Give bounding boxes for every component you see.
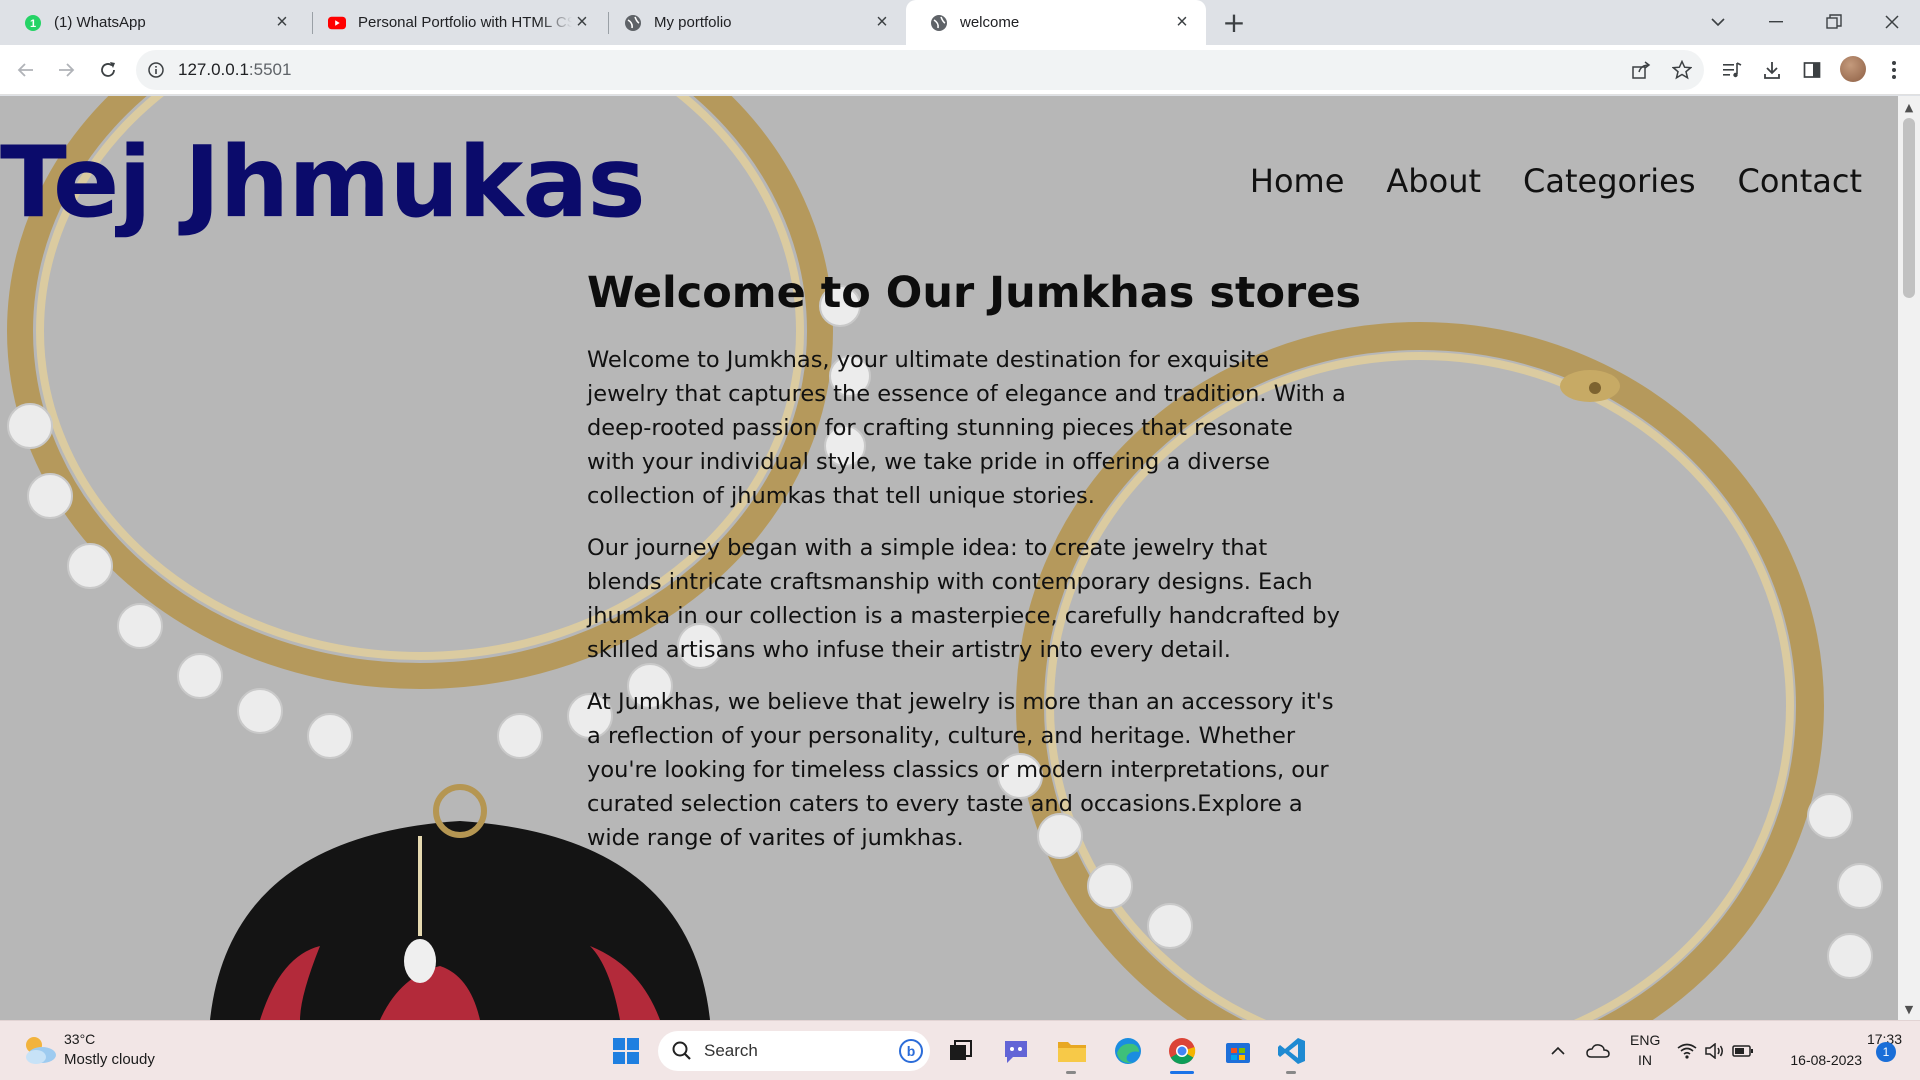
nav-link-home[interactable]: Home bbox=[1250, 162, 1345, 200]
more-menu-icon[interactable] bbox=[1878, 54, 1910, 86]
welcome-heading: Welcome to Our Jumkhas stores bbox=[586, 268, 1362, 318]
show-hidden-icons-chevron-icon[interactable] bbox=[1538, 1031, 1578, 1071]
side-panel-icon[interactable] bbox=[1796, 54, 1828, 86]
windows-start-icon[interactable] bbox=[606, 1031, 646, 1071]
scroll-down-arrow-icon[interactable]: ▼ bbox=[1898, 1000, 1920, 1018]
clock-date[interactable]: 16-08-2023 bbox=[1782, 1052, 1862, 1068]
whatsapp-icon: 1 bbox=[24, 14, 42, 32]
windows-taskbar: 33°C Mostly cloudy Search b ENG IN 17:33… bbox=[0, 1020, 1920, 1080]
scrollbar-thumb[interactable] bbox=[1903, 118, 1915, 298]
tab-search-chevron-icon[interactable] bbox=[1702, 8, 1734, 36]
profile-avatar[interactable] bbox=[1840, 56, 1866, 82]
running-indicator bbox=[1286, 1071, 1296, 1074]
media-control-icon[interactable] bbox=[1716, 54, 1748, 86]
weather-temperature[interactable]: 33°C bbox=[64, 1031, 95, 1047]
url-host: 127.0.0.1 bbox=[178, 60, 249, 79]
belief-paragraph: At Jumkhas, we believe that jewelry is m… bbox=[587, 689, 1334, 851]
tab-title: Personal Portfolio with HTML CSS bbox=[358, 14, 572, 31]
forward-arrow-icon[interactable] bbox=[50, 54, 82, 86]
microsoft-store-icon[interactable] bbox=[1218, 1031, 1258, 1071]
back-arrow-icon[interactable] bbox=[10, 54, 42, 86]
search-placeholder: Search bbox=[704, 1041, 758, 1060]
bookmark-star-icon[interactable] bbox=[1666, 54, 1698, 86]
tab-welcome[interactable]: welcome × bbox=[906, 0, 1206, 45]
globe-icon bbox=[930, 14, 948, 32]
address-bar[interactable]: 127.0.0.1:5501 bbox=[136, 50, 1704, 90]
onedrive-cloud-icon[interactable] bbox=[1578, 1031, 1618, 1071]
tab-title: welcome bbox=[960, 14, 1020, 31]
vscode-icon[interactable] bbox=[1272, 1031, 1312, 1071]
share-icon[interactable] bbox=[1626, 54, 1658, 86]
url-port: :5501 bbox=[248, 60, 292, 79]
site-nav: Home About Categories Contact bbox=[1250, 162, 1862, 200]
search-icon bbox=[672, 1041, 692, 1061]
svg-text:b: b bbox=[907, 1043, 916, 1059]
tab-strip: 1 (1) WhatsApp × Personal Portfolio with… bbox=[0, 0, 1920, 45]
task-view-icon[interactable] bbox=[940, 1031, 980, 1071]
active-indicator bbox=[1170, 1071, 1194, 1074]
battery-icon[interactable] bbox=[1728, 1031, 1758, 1071]
bing-chat-icon[interactable]: b bbox=[898, 1039, 924, 1068]
close-tab-icon[interactable]: × bbox=[872, 11, 892, 33]
close-tab-icon[interactable]: × bbox=[272, 11, 292, 33]
reload-icon[interactable] bbox=[92, 54, 124, 86]
minimize-window-icon[interactable] bbox=[1760, 8, 1792, 36]
globe-icon bbox=[624, 14, 642, 32]
download-icon[interactable] bbox=[1756, 54, 1788, 86]
weather-description[interactable]: Mostly cloudy bbox=[64, 1051, 155, 1068]
welcome-content: Welcome to Jumkhas, your ultimate destin… bbox=[587, 343, 1347, 873]
new-tab-button[interactable]: + bbox=[1218, 6, 1250, 39]
tab-whatsapp[interactable]: 1 (1) WhatsApp × bbox=[0, 0, 306, 45]
nav-link-contact[interactable]: Contact bbox=[1738, 162, 1863, 200]
teams-chat-icon[interactable] bbox=[996, 1031, 1036, 1071]
journey-paragraph: Our journey began with a simple idea: to… bbox=[587, 535, 1340, 663]
site-info-icon[interactable] bbox=[148, 62, 164, 78]
svg-text:1: 1 bbox=[30, 18, 36, 30]
nav-link-categories[interactable]: Categories bbox=[1523, 162, 1695, 200]
tab-my-portfolio[interactable]: My portfolio × bbox=[600, 0, 906, 45]
tab-title: (1) WhatsApp bbox=[54, 14, 146, 31]
edge-browser-icon[interactable] bbox=[1108, 1031, 1148, 1071]
nav-link-about[interactable]: About bbox=[1386, 162, 1481, 200]
close-window-icon[interactable] bbox=[1876, 8, 1908, 36]
language-indicator[interactable]: ENG bbox=[1630, 1032, 1660, 1048]
wifi-icon[interactable] bbox=[1672, 1031, 1702, 1071]
close-tab-icon[interactable]: × bbox=[1172, 11, 1192, 33]
close-tab-icon[interactable]: × bbox=[572, 11, 592, 33]
tab-title: My portfolio bbox=[654, 14, 732, 31]
scroll-up-arrow-icon[interactable]: ▲ bbox=[1898, 98, 1920, 116]
intro-paragraph: Welcome to Jumkhas, your ultimate destin… bbox=[587, 347, 1346, 509]
browser-toolbar: 127.0.0.1:5501 bbox=[0, 45, 1920, 95]
site-logo[interactable]: Tej Jhmukas bbox=[0, 126, 646, 240]
region-indicator[interactable]: IN bbox=[1638, 1052, 1652, 1068]
notification-badge[interactable]: 1 bbox=[1876, 1042, 1896, 1062]
volume-icon[interactable] bbox=[1700, 1031, 1730, 1071]
restore-window-icon[interactable] bbox=[1818, 8, 1850, 36]
tab-youtube[interactable]: Personal Portfolio with HTML CSS × bbox=[304, 0, 606, 45]
page-viewport: Tej Jhmukas Home About Categories Contac… bbox=[0, 96, 1898, 1020]
youtube-icon bbox=[328, 14, 346, 32]
weather-cloud-icon[interactable] bbox=[22, 1033, 58, 1067]
running-indicator bbox=[1066, 1071, 1076, 1074]
taskbar-search-box[interactable]: Search b bbox=[658, 1031, 930, 1071]
chrome-browser-icon[interactable] bbox=[1162, 1031, 1202, 1071]
file-explorer-icon[interactable] bbox=[1052, 1031, 1092, 1071]
